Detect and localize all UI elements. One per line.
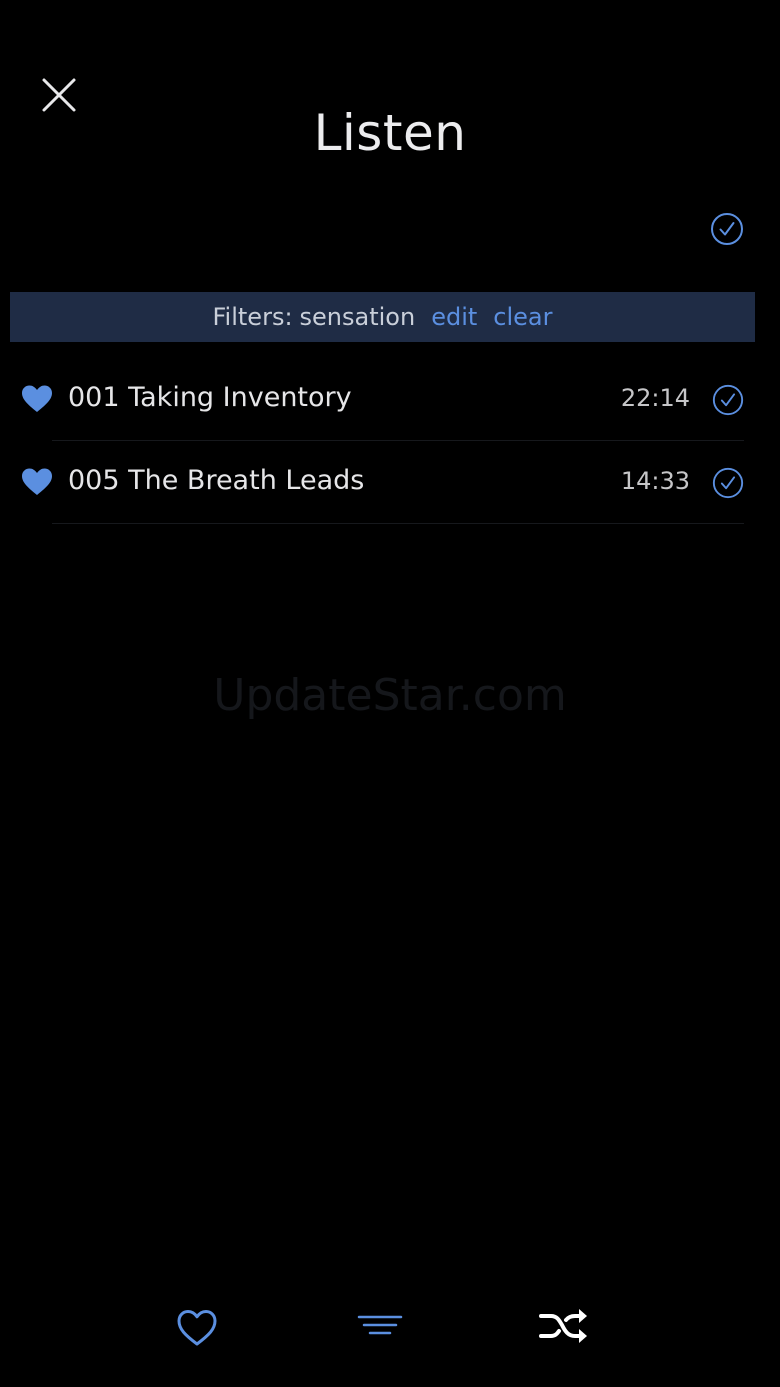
shuffle-tab[interactable] (537, 1300, 589, 1352)
select-all-button[interactable] (709, 211, 745, 247)
filter-bar: Filters: sensation edit clear (10, 292, 755, 342)
track-row[interactable]: 005 The Breath Leads 14:33 (0, 441, 780, 524)
track-list: 001 Taking Inventory 22:14 005 The Breat… (0, 358, 780, 524)
heart-icon[interactable] (21, 384, 53, 414)
check-circle-icon (711, 213, 743, 245)
watermark: UpdateStar.com (213, 670, 567, 721)
heart-icon[interactable] (21, 467, 53, 497)
filter-value: sensation (299, 303, 416, 331)
filter-edit-link[interactable]: edit (431, 303, 477, 331)
list-tab[interactable] (354, 1300, 406, 1352)
row-divider (52, 523, 744, 524)
filter-label: Filters: (212, 303, 293, 331)
track-duration: 14:33 (620, 467, 690, 495)
favorites-tab[interactable] (171, 1300, 223, 1352)
track-row[interactable]: 001 Taking Inventory 22:14 (0, 358, 780, 441)
page-title: Listen (313, 104, 467, 162)
track-duration: 22:14 (620, 384, 690, 412)
bottom-tab-bar (0, 1300, 780, 1356)
heart-outline-icon (177, 1310, 217, 1346)
check-circle-icon[interactable] (711, 383, 745, 417)
filter-clear-link[interactable]: clear (493, 303, 552, 331)
track-title: 001 Taking Inventory (68, 382, 352, 413)
shuffle-icon (539, 1309, 587, 1343)
check-circle-icon[interactable] (711, 466, 745, 500)
track-title: 005 The Breath Leads (68, 465, 365, 496)
list-lines-icon (357, 1315, 403, 1335)
